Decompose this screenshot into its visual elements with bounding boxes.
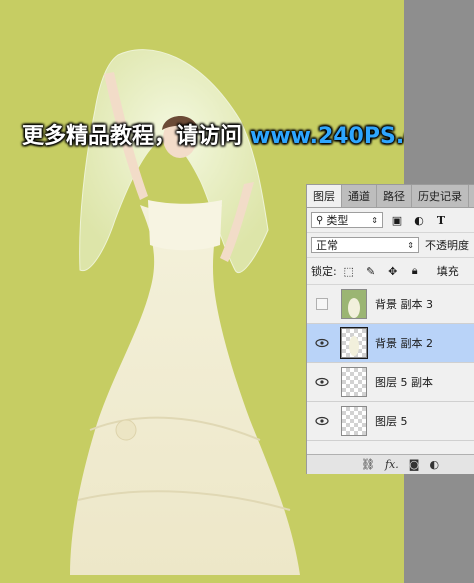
watermark-url: www.240PS.com [250, 124, 404, 149]
tab-layers[interactable]: 图层 [307, 185, 342, 207]
adjustment-filter-icon[interactable]: ◐ [411, 212, 427, 228]
hidden-visibility-box [316, 298, 328, 310]
lock-label: 锁定: [311, 265, 337, 278]
lock-icon[interactable]: 🔒︎ [407, 263, 423, 279]
tab-channels[interactable]: 通道 [342, 185, 377, 207]
mask-icon[interactable]: ◙ [409, 458, 420, 471]
layer-thumbnail [341, 289, 367, 319]
eye-icon[interactable] [307, 338, 337, 348]
move-icon[interactable]: ✥ [385, 263, 401, 279]
watermark-chinese-text: 更多精品教程，请访问 [22, 124, 243, 149]
blend-mode-value: 正常 [316, 239, 338, 252]
watermark: 更多精品教程，请访问 www.240PS.com [22, 118, 404, 150]
layer-name: 背景 副本 3 [375, 298, 433, 311]
fill-label: 填充 [436, 265, 459, 278]
tab-history[interactable]: 历史记录 [412, 185, 469, 207]
visibility-toggle[interactable] [307, 298, 337, 310]
eye-icon[interactable] [307, 416, 337, 426]
layers-panel: 图层 通道 路径 历史记录 ⚲ 类型 ⇕ ▣ ◐ T 正常 ⇕ 不透明度 锁定:… [306, 184, 474, 474]
layer-kind-label: 类型 [326, 214, 349, 227]
blend-mode-select[interactable]: 正常 ⇕ [311, 237, 419, 253]
layer-thumbnail [341, 406, 367, 436]
brush-icon[interactable]: ✎ [363, 263, 379, 279]
layer-thumbnail [341, 367, 367, 397]
layer-row-bg-copy-3[interactable]: 背景 副本 3 [307, 285, 474, 324]
blend-row: 正常 ⇕ 不透明度 [307, 233, 474, 258]
layer-name: 图层 5 [375, 415, 408, 428]
chevron-down-icon: ⇕ [407, 240, 414, 250]
layer-name: 背景 副本 2 [375, 337, 433, 350]
tab-paths[interactable]: 路径 [377, 185, 412, 207]
opacity-label: 不透明度 [425, 239, 469, 252]
layer-row-bg-copy-2[interactable]: 背景 副本 2 [307, 324, 474, 363]
filter-row: ⚲ 类型 ⇕ ▣ ◐ T [307, 208, 474, 233]
layer-name: 图层 5 副本 [375, 376, 433, 389]
eye-icon[interactable] [307, 377, 337, 387]
layer-kind-filter[interactable]: ⚲ 类型 ⇕ [311, 212, 383, 228]
lock-row: 锁定: ⬚ ✎ ✥ 🔒︎ 填充 [307, 258, 474, 285]
link-icon[interactable]: ⛓ [361, 458, 375, 471]
lock-transparent-icon[interactable]: ⬚ [341, 263, 357, 279]
layers-bottom-bar: ⛓ fx. ◙ ◐ [307, 454, 474, 474]
search-icon: ⚲ [316, 214, 324, 226]
adjustment-icon[interactable]: ◐ [429, 458, 439, 471]
layer-row-layer5-copy[interactable]: 图层 5 副本 [307, 363, 474, 402]
layer-thumbnail [340, 327, 368, 359]
pixel-filter-icon[interactable]: ▣ [389, 212, 405, 228]
type-filter-icon[interactable]: T [433, 212, 449, 228]
stepper-arrows-icon: ⇕ [371, 215, 378, 225]
fx-icon[interactable]: fx. [385, 458, 399, 471]
layer-row-layer5[interactable]: 图层 5 [307, 402, 474, 441]
panel-tabs: 图层 通道 路径 历史记录 [307, 185, 474, 208]
